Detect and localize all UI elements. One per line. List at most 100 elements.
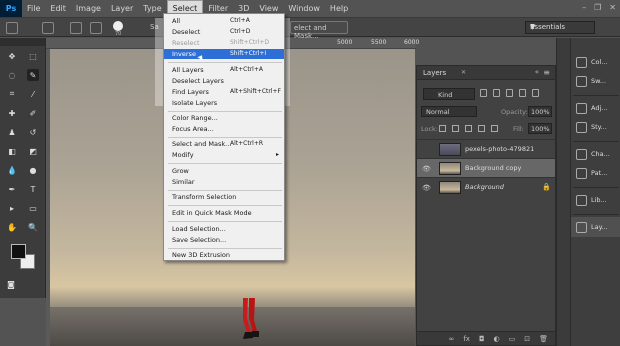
menu-item-find-layers[interactable]: Find Layers Alt+Shift+Ctrl+F bbox=[164, 87, 284, 97]
menu-item-load-selection[interactable]: Load Selection... bbox=[164, 224, 284, 234]
menu-item-isolate-layers[interactable]: Isolate Layers bbox=[164, 98, 284, 108]
fill-input[interactable]: 100% bbox=[528, 123, 552, 134]
maximize-icon[interactable]: ❐ bbox=[594, 3, 601, 12]
tools-panel-header[interactable] bbox=[0, 38, 45, 46]
dock-separator bbox=[573, 95, 619, 96]
eye-icon[interactable]: 👁 bbox=[422, 165, 431, 173]
lasso-tool-icon[interactable]: ◌ bbox=[6, 69, 18, 81]
menu-item-color-range[interactable]: Color Range... bbox=[164, 113, 284, 123]
filter-type-icon[interactable] bbox=[506, 89, 513, 97]
menu-item-transform-selection[interactable]: Transform Selection bbox=[164, 192, 284, 202]
menu-help[interactable]: Help bbox=[325, 0, 353, 17]
menu-item-focus-area[interactable]: Focus Area... bbox=[164, 124, 284, 134]
menu-item-quick-mask[interactable]: Edit in Quick Mask Mode bbox=[164, 208, 284, 218]
brush-tool-icon[interactable]: ✐ bbox=[27, 107, 39, 119]
paint-bucket-tool-icon[interactable]: ◩ bbox=[27, 145, 39, 157]
brush-add-selection-icon[interactable] bbox=[70, 22, 82, 34]
mask-icon[interactable]: ◘ bbox=[479, 335, 485, 343]
dock-collapse-strip[interactable] bbox=[556, 38, 570, 346]
new-layer-icon[interactable]: ⊡ bbox=[524, 335, 530, 343]
filter-pixel-icon[interactable] bbox=[480, 89, 487, 97]
crop-tool-icon[interactable]: ⌗ bbox=[6, 88, 18, 100]
workspace-dropdown[interactable]: Essentials ▼ bbox=[525, 21, 595, 34]
foreground-color-swatch[interactable] bbox=[11, 244, 26, 259]
layer-row-background[interactable]: 👁 Background 🔒 bbox=[417, 177, 555, 196]
menu-window[interactable]: Window bbox=[283, 0, 325, 17]
healing-brush-tool-icon[interactable]: ✚ bbox=[6, 107, 18, 119]
tool-preset-icon[interactable] bbox=[6, 22, 18, 34]
select-and-mask-button[interactable]: elect and Mask... bbox=[290, 21, 348, 40]
menu-bar: Ps File Edit Image Layer Type Select Fil… bbox=[0, 0, 620, 17]
fx-icon[interactable]: fx bbox=[463, 335, 470, 343]
dock-paths[interactable]: Pat... bbox=[571, 163, 620, 183]
menu-item-deselect[interactable]: Deselect Ctrl+D bbox=[164, 27, 284, 37]
trash-icon[interactable]: 🗑 bbox=[539, 335, 548, 343]
dodge-tool-icon[interactable]: ● bbox=[27, 164, 39, 176]
dock-adjustments[interactable]: Adj... bbox=[571, 98, 620, 118]
brush-subtract-selection-icon[interactable] bbox=[90, 22, 102, 34]
menu-item-grow[interactable]: Grow bbox=[164, 166, 284, 176]
move-tool-icon[interactable]: ✥ bbox=[6, 50, 18, 62]
dock-styles[interactable]: Sty... bbox=[571, 117, 620, 137]
menu-image[interactable]: Image bbox=[71, 0, 106, 17]
lock-all-icon[interactable] bbox=[491, 125, 498, 132]
collapse-icon[interactable]: « bbox=[535, 68, 539, 76]
brush-preview-icon[interactable] bbox=[113, 21, 123, 31]
menu-item-modify[interactable]: Modify ▸ bbox=[164, 150, 284, 160]
hand-tool-icon[interactable]: ✋ bbox=[6, 221, 18, 233]
layers-tab[interactable]: Layers bbox=[423, 69, 446, 77]
dock-libraries[interactable]: Lib... bbox=[571, 190, 620, 210]
dock-swatches[interactable]: Sw... bbox=[571, 71, 620, 91]
menu-item-inverse[interactable]: Inverse Shift+Ctrl+I bbox=[164, 49, 284, 59]
eraser-tool-icon[interactable]: ◧ bbox=[6, 145, 18, 157]
menu-item-all[interactable]: All Ctrl+A bbox=[164, 16, 284, 26]
menu-item-save-selection[interactable]: Save Selection... bbox=[164, 235, 284, 245]
layer-row-pexels[interactable]: pexels-photo-479821 bbox=[417, 139, 555, 158]
layers-icon bbox=[576, 221, 587, 233]
path-selection-tool-icon[interactable]: ▸ bbox=[6, 202, 18, 214]
opacity-input[interactable]: 100% bbox=[528, 106, 552, 117]
menu-item-new-3d-extrusion[interactable]: New 3D Extrusion bbox=[164, 250, 284, 260]
quick-mask-icon[interactable]: ◙ bbox=[5, 278, 17, 290]
close-icon[interactable]: ✕ bbox=[461, 69, 466, 76]
close-icon[interactable]: ✕ bbox=[609, 3, 616, 12]
layer-row-background-copy[interactable]: 👁 Background copy bbox=[417, 158, 555, 177]
rectangle-tool-icon[interactable]: ▭ bbox=[27, 202, 39, 214]
layer-filter-kind-dropdown[interactable]: Kind bbox=[423, 88, 475, 100]
dock-channels[interactable]: Cha... bbox=[571, 144, 620, 164]
adjustments-icon bbox=[576, 102, 587, 114]
adjustment-icon[interactable]: ◐ bbox=[494, 335, 500, 343]
menu-file[interactable]: File bbox=[22, 0, 45, 17]
menu-edit[interactable]: Edit bbox=[45, 0, 71, 17]
menu-layer[interactable]: Layer bbox=[106, 0, 138, 17]
lock-transparent-icon[interactable] bbox=[439, 125, 446, 132]
menu-item-deselect-layers[interactable]: Deselect Layers bbox=[164, 76, 284, 86]
blur-tool-icon[interactable]: 💧 bbox=[6, 164, 18, 176]
pen-tool-icon[interactable]: ✒ bbox=[6, 183, 18, 195]
dock-layers[interactable]: Lay... bbox=[571, 217, 620, 237]
type-tool-icon[interactable]: T bbox=[27, 183, 39, 195]
link-icon[interactable]: ∞ bbox=[449, 335, 455, 343]
eye-icon[interactable]: 👁 bbox=[422, 184, 431, 192]
dock-color[interactable]: Col... bbox=[571, 52, 620, 72]
lock-artboard-icon[interactable] bbox=[478, 125, 485, 132]
quick-selection-tool-icon[interactable]: ✎ bbox=[27, 69, 39, 81]
eyedropper-tool-icon[interactable]: ⁄ bbox=[27, 88, 39, 100]
clone-stamp-tool-icon[interactable]: ♟ bbox=[6, 126, 18, 138]
filter-shape-icon[interactable] bbox=[519, 89, 526, 97]
menu-item-all-layers[interactable]: All Layers Alt+Ctrl+A bbox=[164, 65, 284, 75]
minimize-icon[interactable]: – bbox=[582, 3, 586, 12]
group-icon[interactable]: ▭ bbox=[509, 335, 516, 343]
zoom-tool-icon[interactable]: 🔍 bbox=[27, 221, 39, 233]
blend-mode-dropdown[interactable]: Normal bbox=[421, 106, 477, 117]
menu-item-similar[interactable]: Similar bbox=[164, 177, 284, 187]
filter-smart-object-icon[interactable] bbox=[532, 89, 539, 97]
lock-position-icon[interactable] bbox=[465, 125, 472, 132]
panel-menu-icon[interactable]: ≡ bbox=[543, 68, 550, 77]
filter-adjustment-icon[interactable] bbox=[493, 89, 500, 97]
lock-image-icon[interactable] bbox=[452, 125, 459, 132]
history-brush-tool-icon[interactable]: ↺ bbox=[27, 126, 39, 138]
menu-item-select-and-mask[interactable]: Select and Mask... Alt+Ctrl+R bbox=[164, 139, 284, 149]
marquee-tool-icon[interactable]: ⬚ bbox=[27, 50, 39, 62]
brush-new-selection-icon[interactable] bbox=[42, 22, 54, 34]
